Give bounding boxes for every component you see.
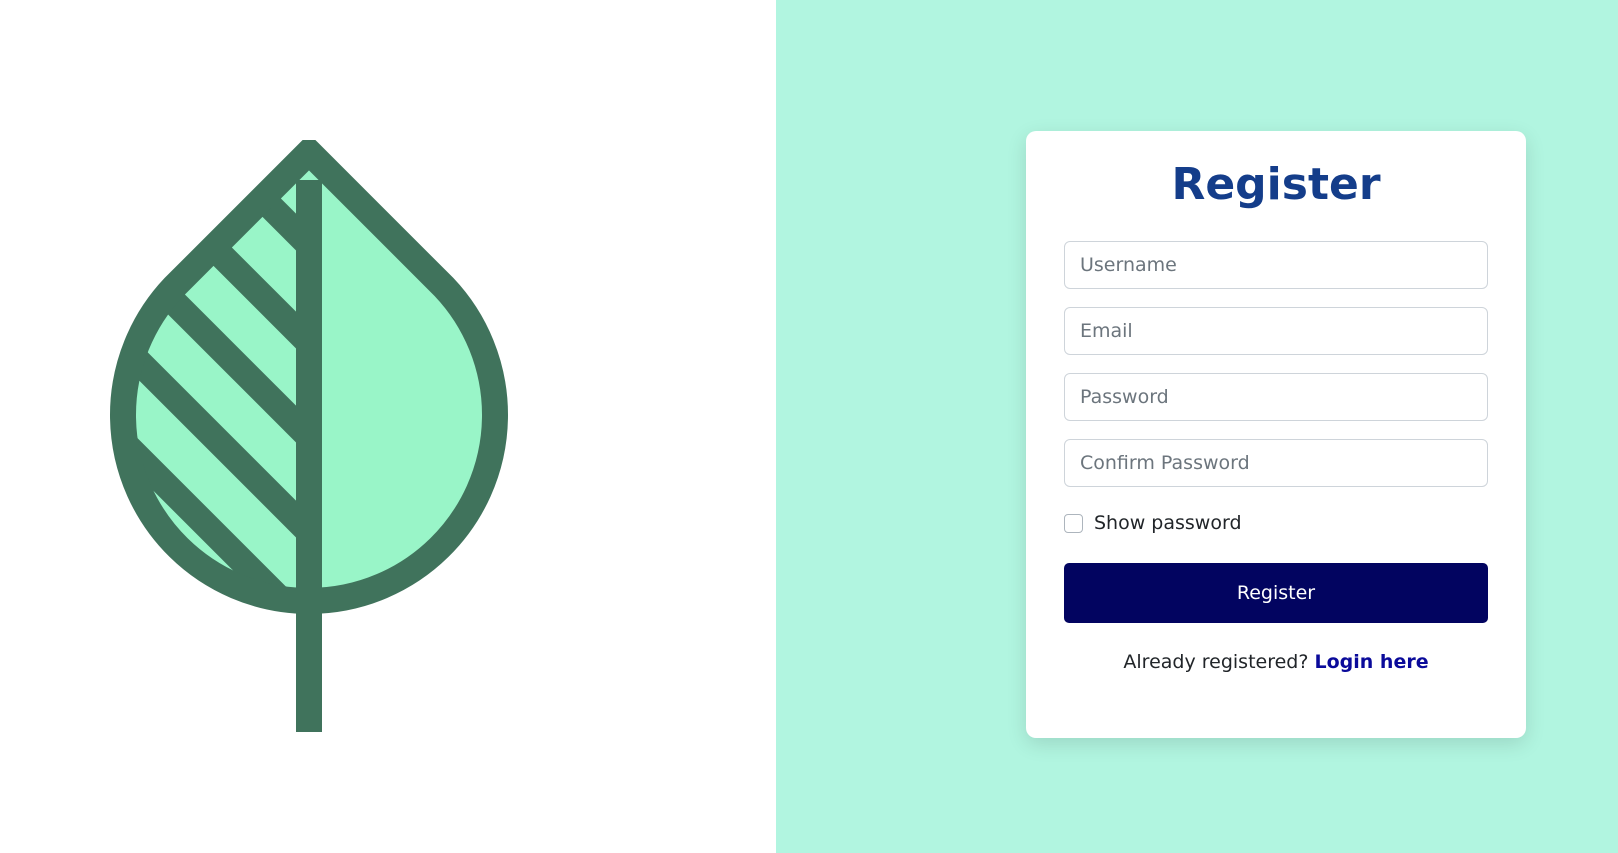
register-page: Register Show password Register Already … [0, 0, 1618, 853]
brand-pane [0, 0, 776, 853]
page-title: Register [1171, 159, 1381, 210]
email-input[interactable] [1064, 307, 1488, 355]
register-button[interactable]: Register [1064, 563, 1488, 623]
show-password-label[interactable]: Show password [1094, 512, 1242, 534]
username-input[interactable] [1064, 241, 1488, 289]
show-password-row: Show password [1064, 511, 1488, 535]
register-card: Register Show password Register Already … [1026, 131, 1526, 738]
form-pane: Register Show password Register Already … [776, 0, 1618, 853]
leaf-icon [110, 140, 508, 732]
confirm-password-input[interactable] [1064, 439, 1488, 487]
login-link[interactable]: Login here [1315, 651, 1429, 673]
password-input[interactable] [1064, 373, 1488, 421]
show-password-checkbox[interactable] [1064, 513, 1083, 533]
login-prompt: Already registered? Login here [1064, 651, 1488, 673]
login-prompt-text: Already registered? [1123, 651, 1309, 673]
